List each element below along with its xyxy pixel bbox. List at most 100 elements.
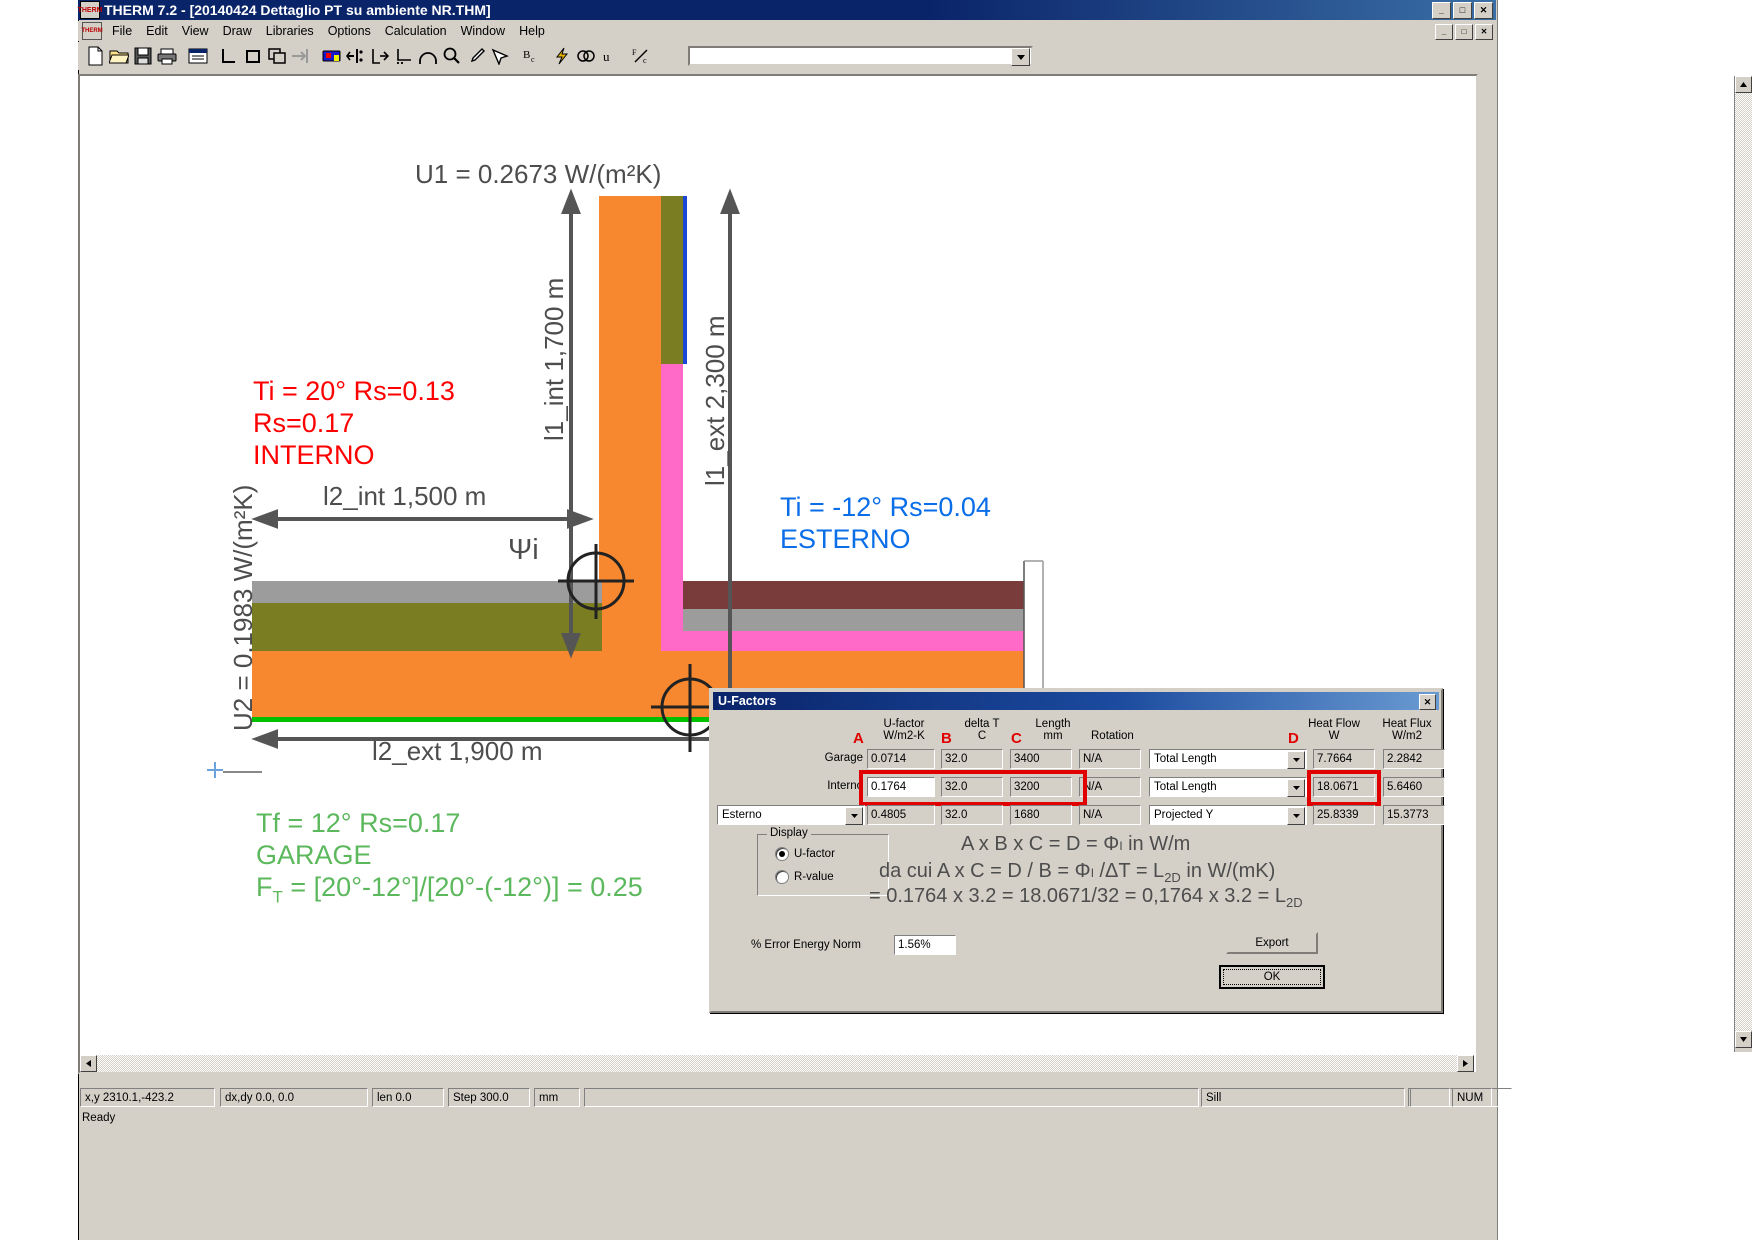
zoom-icon[interactable] [441,45,463,67]
rectangle-draw-icon[interactable] [242,45,264,67]
eyedropper-icon[interactable] [465,45,487,67]
results-icon[interactable] [575,45,597,67]
radio-rvalue-dot [775,870,789,884]
label-psi-i: Ψi [508,534,539,566]
properties-icon[interactable] [187,45,209,67]
mdi-minimize-button[interactable]: _ [1435,24,1453,40]
menu-item-help[interactable]: Help [512,23,552,39]
pan-icon[interactable] [489,45,511,67]
esterno-heatflow-field: 25.8339 [1313,805,1375,825]
svg-text:c: c [643,56,647,65]
radio-ufactor-label: U-factor [794,848,835,860]
minimize-button[interactable]: _ [1432,2,1451,19]
horizontal-scrollbar[interactable] [80,1055,1474,1072]
material-icon[interactable] [321,45,343,67]
esterno-row-dropdown[interactable]: Esterno [717,805,865,825]
marker-b: B [941,730,952,747]
esterno-length-type-dropdown[interactable]: Projected Y [1149,805,1307,825]
label-u2: U2 = 0.1983 W/(m²K) [228,484,258,731]
menu-item-view[interactable]: View [175,23,216,39]
save-disk-icon[interactable] [132,45,154,67]
ok-button[interactable]: OK [1219,965,1325,989]
label-u1: U1 = 0.2673 W/(m²K) [415,159,662,189]
header-deltat-unit: C [977,730,987,742]
chevron-down-icon[interactable] [1011,48,1030,66]
u-factor-icon[interactable]: u [599,45,621,67]
header-length-title: Length [1035,718,1071,730]
garage-length-field: 3400 [1010,749,1072,769]
label-garage-line2: GARAGE [256,840,372,870]
status-dxdy: dx,dy 0.0, 0.0 [220,1088,368,1107]
print-icon[interactable] [156,45,178,67]
mdi-close-button[interactable]: ✕ [1475,24,1493,40]
fill-void-icon[interactable] [290,45,312,67]
u-factors-dialog[interactable]: U-Factors ✕ U-factor W/m2-K delta T C Le… [709,688,1445,1013]
scroll-right-button[interactable] [1457,1055,1474,1072]
chevron-down-icon[interactable] [845,807,863,825]
scroll-down-button[interactable] [1735,1031,1752,1048]
bc-subscript-icon[interactable]: Bc [520,45,542,67]
menu-item-draw[interactable]: Draw [216,23,259,39]
row-label-garage: Garage [824,752,863,764]
export-icon[interactable] [369,45,391,67]
measure-icon[interactable] [393,45,415,67]
chevron-down-icon[interactable] [1287,807,1305,825]
mdi-restore-button[interactable]: □ [1455,24,1473,40]
status-bar: x,y 2310.1,-423.2 dx,dy 0.0, 0.0 len 0.0… [80,1088,1512,1134]
radio-ufactor[interactable]: U-factor [775,847,835,861]
calculate-icon[interactable] [551,45,573,67]
menu-item-window[interactable]: Window [454,23,512,39]
scroll-up-button[interactable] [1735,76,1752,93]
open-folder-icon[interactable] [108,45,130,67]
garage-deltat-field: 32.0 [941,749,1003,769]
interno-ufactor-field: 0.1764 [867,777,935,797]
chevron-down-icon[interactable] [1287,751,1305,769]
scroll-left-button[interactable] [80,1055,97,1072]
close-button[interactable]: ✕ [1474,2,1493,19]
therm-app-icon: THERM [77,1,103,19]
menu-item-libraries[interactable]: Libraries [259,23,321,39]
dialog-close-icon[interactable]: ✕ [1419,694,1436,710]
svg-text:c: c [531,55,535,64]
menu-item-calculation[interactable]: Calculation [378,23,454,39]
header-length: Length mm [1022,718,1084,742]
formula-line-2: da cui A x C = D / B = Φₗ /ΔT = L2D in W… [879,858,1275,885]
boundary-condition-icon[interactable] [345,45,367,67]
arc-icon[interactable] [417,45,439,67]
interno-deltat-field: 32.0 [941,777,1003,797]
therm-icon-label: THERM [77,6,103,14]
menu-item-file[interactable]: File [105,23,139,39]
dialog-title: U-Factors [718,694,777,708]
horizontal-scroll-track[interactable] [97,1055,1457,1072]
garage-heatflow-field: 7.7664 [1313,749,1375,769]
toolbar-combo[interactable] [688,46,1033,66]
document-icon-label: THERM [81,28,103,34]
ft-symbol: F [256,872,273,902]
menu-item-edit[interactable]: Edit [139,23,175,39]
maximize-button[interactable]: □ [1453,2,1472,19]
vertical-scrollbar[interactable] [1734,76,1752,1052]
esterno-heatflux-field: 15.3773 [1383,805,1445,825]
menu-item-options[interactable]: Options [321,23,378,39]
label-l2-int: l2_int 1,500 m [323,481,487,511]
chevron-down-icon[interactable] [1287,779,1305,797]
polygon-draw-icon[interactable] [218,45,240,67]
window-titlebar: THERM THERM 7.2 - [20140424 Dettaglio PT… [78,0,1496,20]
header-heatflux-unit: W/m2 [1391,730,1423,742]
export-button[interactable]: Export [1226,932,1318,954]
label-interno-line2: Rs=0.17 [253,408,355,438]
svg-text:B: B [523,49,530,61]
formula-line-3: = 0.1764 x 3.2 = 18.0671/32 = 0,1764 x 3… [869,885,1303,910]
color-legend-icon[interactable]: Fc [630,45,652,67]
vertical-scroll-track[interactable] [1735,93,1752,1031]
copy-shape-icon[interactable] [266,45,288,67]
header-heatflux: Heat Flux W/m2 [1372,718,1442,742]
new-file-icon[interactable] [84,45,106,67]
dialog-titlebar: U-Factors [713,692,1439,710]
status-num: NUM [1452,1088,1492,1107]
radio-rvalue[interactable]: R-value [775,870,834,884]
garage-rotation-field: N/A [1079,749,1141,769]
garage-length-type-dropdown[interactable]: Total Length [1149,749,1307,769]
esterno-row-value: Esterno [722,809,762,821]
interno-length-type-dropdown[interactable]: Total Length [1149,777,1307,797]
